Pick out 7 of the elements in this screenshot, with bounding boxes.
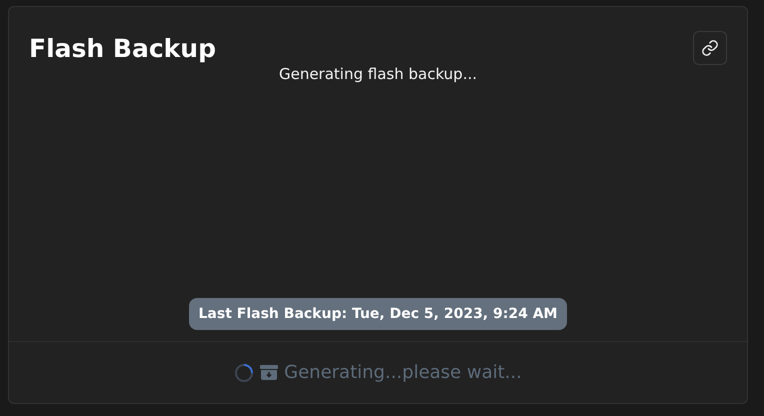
status-message: Generating flash backup...: [278, 65, 478, 83]
link-icon: [701, 39, 719, 57]
spinner-icon: [234, 362, 254, 382]
link-button[interactable]: [693, 31, 727, 65]
archive-icon: [260, 365, 278, 380]
card-title: Flash Backup: [29, 34, 216, 62]
last-backup-badge: Last Flash Backup: Tue, Dec 5, 2023, 9:24 AM: [188, 298, 568, 330]
